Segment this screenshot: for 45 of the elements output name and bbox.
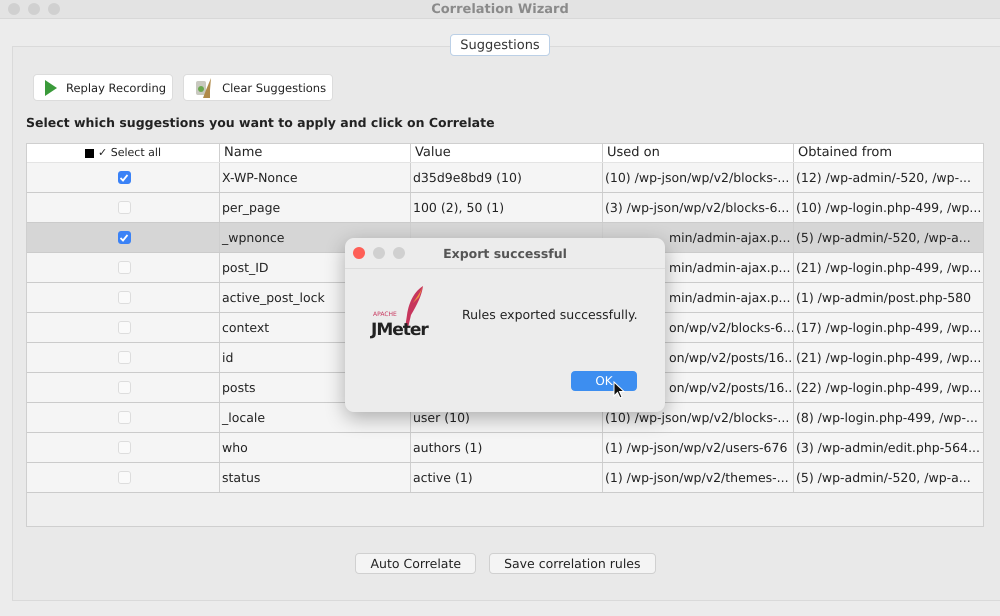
table-cell: context — [222, 320, 270, 335]
table-cell: _locale — [222, 410, 266, 425]
table-cell: (10) /wp-login.php-499, /wp... — [796, 200, 982, 215]
table-cell: (10) /wp-json/wp/v2/blocks-... — [605, 410, 790, 425]
table-cell: active (1) — [413, 470, 473, 485]
table-cell: X-WP-Nonce — [222, 170, 298, 185]
logo-text: JMeter — [371, 320, 428, 340]
table-cell: 100 (2), 50 (1) — [413, 200, 504, 215]
table-cell: id — [222, 350, 234, 365]
table-cell: per_page — [222, 200, 280, 215]
table-cell: posts — [222, 380, 256, 395]
table-cell: (5) /wp-admin/-520, /wp-a... — [796, 230, 971, 245]
table-cell: _wpnonce — [222, 230, 284, 245]
table-cell: active_post_lock — [222, 290, 325, 305]
table-cell: (1) /wp-json/wp/v2/users-676 — [605, 440, 788, 455]
table-cell: d35d9e8bd9 (10) — [413, 170, 522, 185]
table-cell: on/wp/v2/blocks-6... — [669, 320, 793, 335]
column-header: Name — [219, 144, 410, 162]
table-cell: (1) /wp-admin/post.php-580 — [796, 290, 972, 305]
table-cell: (1) /wp-json/wp/v2/themes-... — [605, 470, 789, 485]
table-cell: (17) /wp-login.php-499, /wp... — [796, 320, 982, 335]
instruction-text: Select which suggestions you want to apply and click on Correlate — [26, 115, 496, 132]
table-cell: (3) /wp-json/wp/v2/blocks-6... — [605, 200, 790, 215]
table-cell: min/admin-ajax.p... — [669, 260, 790, 275]
table-cell: (21) /wp-login.php-499, /wp... — [796, 260, 982, 275]
table-cell: post_ID — [222, 260, 269, 275]
column-header: Used on — [602, 144, 793, 162]
table-cell: (5) /wp-admin/-520, /wp-a... — [796, 470, 971, 485]
table-cell: (12) /wp-admin/-520, /wp-... — [796, 170, 972, 185]
table-cell: status — [222, 470, 260, 485]
table-cell: (22) /wp-login.php-499, /wp... — [796, 380, 982, 395]
table-cell: user (10) — [413, 410, 470, 425]
table-cell: (10) /wp-json/wp/v2/blocks-... — [605, 170, 790, 185]
table-cell: (21) /wp-login.php-499, /wp... — [796, 350, 982, 365]
table-cell: min/admin-ajax.p... — [669, 290, 790, 305]
table-cell: authors (1) — [413, 440, 482, 455]
window-title: Correlation Wizard — [431, 2, 569, 16]
column-header: Obtained from — [793, 144, 983, 162]
column-header: Value — [410, 144, 602, 162]
table-cell: on/wp/v2/posts/16... — [669, 350, 793, 365]
table-cell: (8) /wp-login.php-499, /wp-... — [796, 410, 978, 425]
table-cell: who — [222, 440, 248, 455]
table-cell: (3) /wp-admin/edit.php-564... — [796, 440, 980, 455]
table-cell: min/admin-ajax.p... — [669, 230, 790, 245]
table-cell: on/wp/v2/posts/16... — [669, 380, 793, 395]
